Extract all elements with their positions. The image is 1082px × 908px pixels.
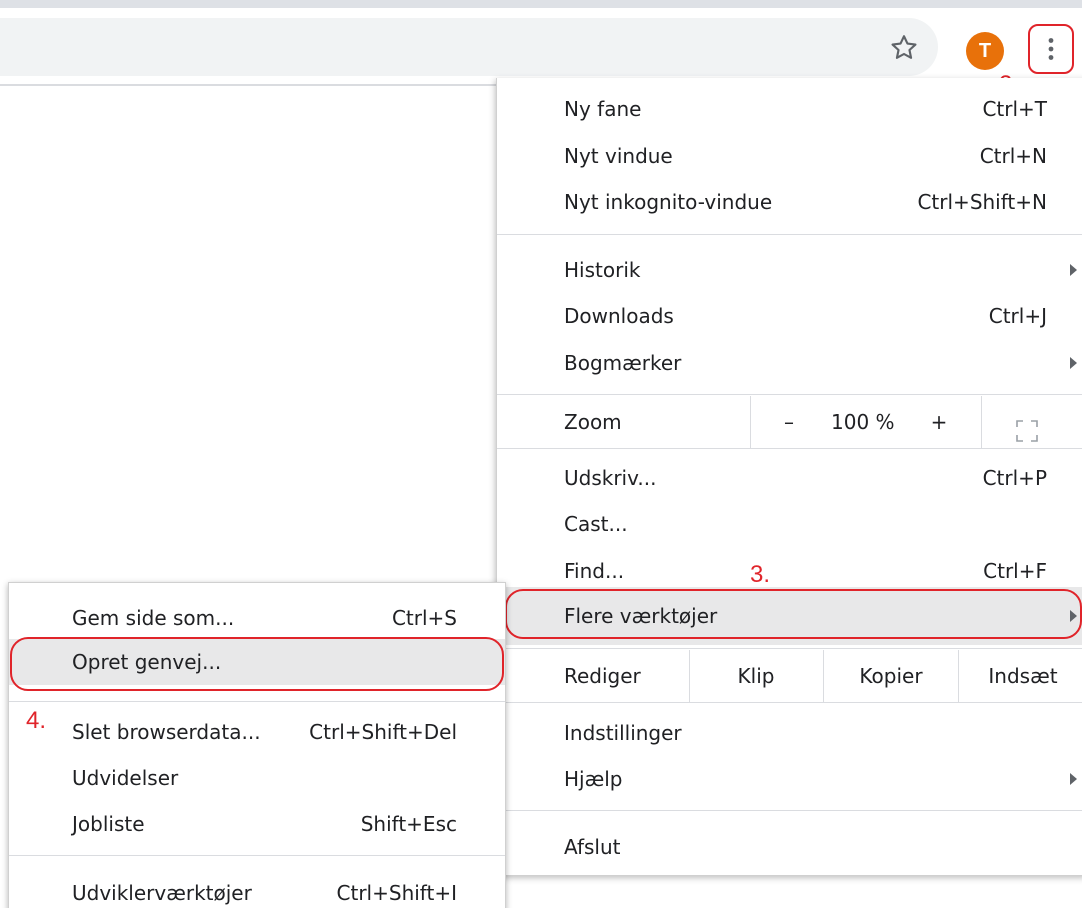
chevron-right-icon xyxy=(1070,264,1077,276)
menu-item-exit[interactable]: Afslut xyxy=(497,824,1082,870)
fullscreen-icon[interactable] xyxy=(1015,410,1039,442)
three-dots-vertical-icon xyxy=(1048,38,1054,60)
tab-strip-edge xyxy=(0,0,1082,8)
menu-item-shortcut: Ctrl+S xyxy=(391,606,457,630)
menu-separator xyxy=(497,394,1082,395)
browser-window: T 2. Ny fane Ctrl+T Nyt vindue Ctrl+N Ny… xyxy=(0,0,1082,908)
menu-item-shortcut: Ctrl+Shift+N xyxy=(917,190,1047,214)
chrome-main-menu: Ny fane Ctrl+T Nyt vindue Ctrl+N Nyt ink… xyxy=(496,78,1082,876)
menu-item-label: Indstillinger xyxy=(564,721,682,745)
menu-item-print[interactable]: Udskriv... Ctrl+P xyxy=(497,455,1082,501)
menu-separator xyxy=(497,448,1082,449)
menu-item-label: Hjælp xyxy=(564,767,623,791)
menu-item-shortcut: Ctrl+T xyxy=(982,97,1047,121)
menu-item-bookmarks[interactable]: Bogmærker xyxy=(497,340,1082,386)
menu-item-cast[interactable]: Cast... xyxy=(497,501,1082,547)
toolbar-divider xyxy=(0,84,500,86)
menu-item-shortcut: Ctrl+P xyxy=(982,466,1047,490)
annotation-step-4: 4. xyxy=(26,707,47,734)
address-bar[interactable] xyxy=(0,18,938,76)
menu-item-label: Bogmærker xyxy=(564,351,682,375)
menu-item-history[interactable]: Historik xyxy=(497,247,1082,293)
menu-separator xyxy=(497,810,1082,811)
menu-item-shortcut: Shift+Esc xyxy=(360,812,457,836)
menu-item-new-incognito[interactable]: Nyt inkognito-vindue Ctrl+Shift+N xyxy=(497,179,1082,225)
menu-item-new-tab[interactable]: Ny fane Ctrl+T xyxy=(497,86,1082,132)
menu-item-new-window[interactable]: Nyt vindue Ctrl+N xyxy=(497,133,1082,179)
chevron-right-icon xyxy=(1070,773,1077,785)
zoom-level: 100 % xyxy=(831,410,895,434)
menu-item-label: Cast... xyxy=(564,512,628,536)
submenu-item-extensions[interactable]: Udvidelser xyxy=(9,755,505,801)
menu-item-label: Jobliste xyxy=(72,812,145,836)
menu-separator xyxy=(497,702,1082,703)
submenu-item-clear-data[interactable]: Slet browserdata... Ctrl+Shift+Del xyxy=(9,709,505,755)
cut-button[interactable]: Klip xyxy=(690,650,822,702)
chrome-menu-button[interactable] xyxy=(1028,24,1074,74)
menu-item-label: Udskriv... xyxy=(564,466,657,490)
menu-item-shortcut: Ctrl+Shift+I xyxy=(336,881,457,905)
highlight-outline-more-tools xyxy=(505,589,1082,639)
menu-separator xyxy=(9,701,505,702)
zoom-divider xyxy=(981,396,982,448)
menu-item-label: Ny fane xyxy=(564,97,642,121)
star-icon[interactable] xyxy=(888,32,920,64)
zoom-divider xyxy=(750,396,751,448)
submenu-item-save-page[interactable]: Gem side som... Ctrl+S xyxy=(9,595,505,641)
submenu-item-dev-tools[interactable]: Udviklerværktøjer Ctrl+Shift+I xyxy=(9,870,505,908)
menu-item-shortcut: Ctrl+J xyxy=(988,304,1047,328)
menu-item-label: Historik xyxy=(564,258,641,282)
chevron-right-icon xyxy=(1070,357,1077,369)
menu-item-label: Nyt vindue xyxy=(564,144,673,168)
menu-item-label: Slet browserdata... xyxy=(72,720,261,744)
menu-item-shortcut: Ctrl+Shift+Del xyxy=(309,720,457,744)
menu-zoom-row: Zoom – 100 % + xyxy=(497,396,1082,448)
profile-avatar[interactable]: T xyxy=(966,32,1004,70)
zoom-in-button[interactable]: + xyxy=(927,396,951,448)
menu-separator xyxy=(497,648,1082,649)
menu-item-label: Gem side som... xyxy=(72,606,235,630)
menu-separator xyxy=(497,234,1082,235)
annotation-step-3: 3. xyxy=(750,561,771,588)
zoom-label: Zoom xyxy=(564,410,622,434)
highlight-outline-create-shortcut xyxy=(10,637,504,691)
menu-separator xyxy=(9,855,505,856)
edit-label: Rediger xyxy=(564,664,641,688)
menu-item-label: Downloads xyxy=(564,304,674,328)
menu-item-shortcut: Ctrl+N xyxy=(979,144,1047,168)
menu-edit-row: Rediger Klip Kopier Indsæt xyxy=(497,650,1082,702)
menu-item-settings[interactable]: Indstillinger xyxy=(497,710,1082,756)
submenu-item-task-manager[interactable]: Jobliste Shift+Esc xyxy=(9,801,505,847)
menu-item-label: Nyt inkognito-vindue xyxy=(564,190,773,214)
menu-item-label: Udvidelser xyxy=(72,766,179,790)
more-tools-submenu: Gem side som... Ctrl+S Opret genvej... S… xyxy=(8,582,506,908)
paste-button[interactable]: Indsæt xyxy=(959,650,1082,702)
zoom-out-button[interactable]: – xyxy=(777,396,801,448)
menu-item-downloads[interactable]: Downloads Ctrl+J xyxy=(497,293,1082,339)
menu-item-help[interactable]: Hjælp xyxy=(497,756,1082,802)
menu-item-label: Udviklerværktøjer xyxy=(72,881,252,905)
copy-button[interactable]: Kopier xyxy=(824,650,958,702)
menu-item-label: Afslut xyxy=(564,835,621,859)
